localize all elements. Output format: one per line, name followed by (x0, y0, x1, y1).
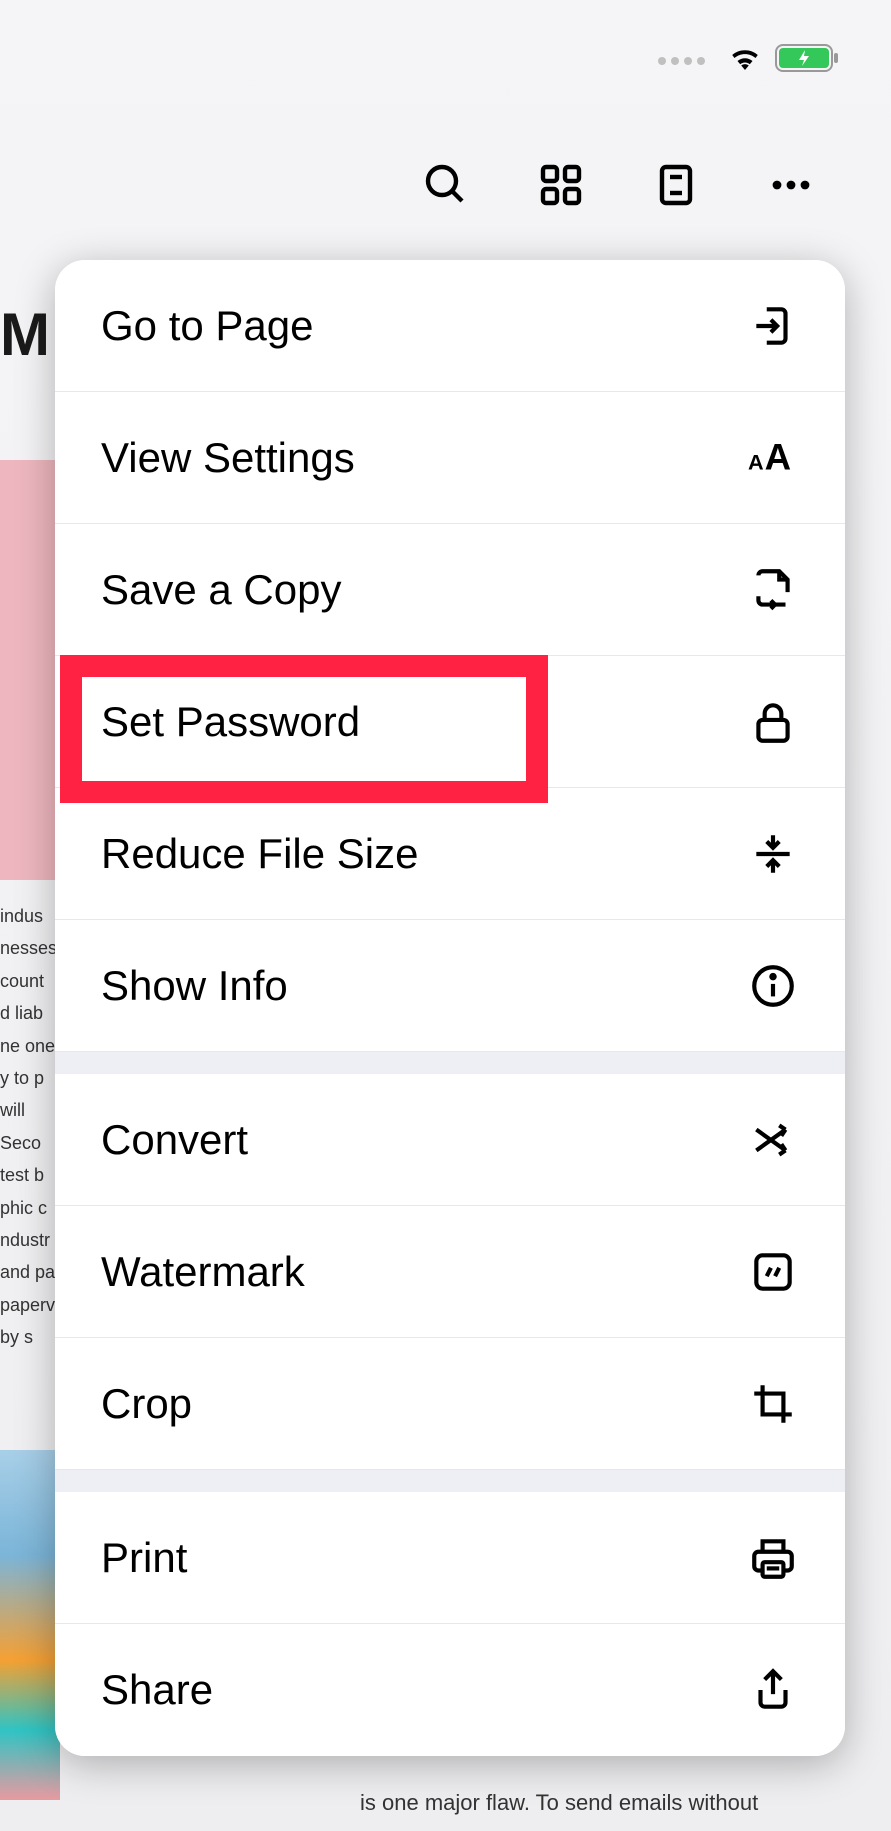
background-header: M (0, 300, 52, 369)
lock-icon (747, 696, 799, 748)
background-image-beach (0, 1450, 60, 1800)
cellular-signal-icon (658, 57, 705, 65)
watermark-icon (747, 1246, 799, 1298)
toolbar (0, 160, 891, 210)
convert-icon (747, 1114, 799, 1166)
wifi-icon (727, 44, 763, 77)
status-bar (658, 42, 841, 79)
menu-label: Share (101, 1666, 213, 1714)
info-icon (747, 960, 799, 1012)
menu-label: View Settings (101, 434, 355, 482)
menu-label: Convert (101, 1116, 248, 1164)
menu-item-share[interactable]: Share (55, 1624, 845, 1756)
compress-icon (747, 828, 799, 880)
text-size-icon: AA (747, 432, 799, 484)
action-menu: Go to Page View Settings AA Save a Copy … (55, 260, 845, 1756)
search-icon[interactable] (421, 160, 471, 210)
svg-text:A: A (765, 436, 791, 477)
menu-item-view-settings[interactable]: View Settings AA (55, 392, 845, 524)
menu-item-show-info[interactable]: Show Info (55, 920, 845, 1052)
background-image-pink (0, 460, 60, 880)
svg-text:A: A (748, 449, 764, 474)
grid-icon[interactable] (536, 160, 586, 210)
menu-section-divider (55, 1470, 845, 1492)
menu-item-watermark[interactable]: Watermark (55, 1206, 845, 1338)
document-icon[interactable] (651, 160, 701, 210)
menu-item-crop[interactable]: Crop (55, 1338, 845, 1470)
menu-label: Watermark (101, 1248, 305, 1296)
menu-label: Print (101, 1534, 187, 1582)
menu-section-divider (55, 1052, 845, 1074)
menu-item-convert[interactable]: Convert (55, 1074, 845, 1206)
share-icon (747, 1664, 799, 1716)
menu-label: Crop (101, 1380, 192, 1428)
crop-icon (747, 1378, 799, 1430)
menu-label: Set Password (101, 698, 360, 746)
menu-item-reduce-file-size[interactable]: Reduce File Size (55, 788, 845, 920)
menu-item-save-copy[interactable]: Save a Copy (55, 524, 845, 656)
print-icon (747, 1532, 799, 1584)
battery-charging-icon (775, 42, 841, 79)
background-body-text: indus nesses count d liab ne one y to p … (0, 900, 60, 1353)
go-to-page-icon (747, 300, 799, 352)
menu-item-set-password[interactable]: Set Password (55, 656, 845, 788)
background-bottom-text: is one major flaw. To send emails withou… (360, 1790, 841, 1816)
more-icon[interactable] (766, 160, 816, 210)
menu-label: Save a Copy (101, 566, 341, 614)
save-copy-icon (747, 564, 799, 616)
menu-label: Show Info (101, 962, 288, 1010)
menu-item-go-to-page[interactable]: Go to Page (55, 260, 845, 392)
menu-label: Go to Page (101, 302, 313, 350)
menu-item-print[interactable]: Print (55, 1492, 845, 1624)
menu-label: Reduce File Size (101, 830, 418, 878)
